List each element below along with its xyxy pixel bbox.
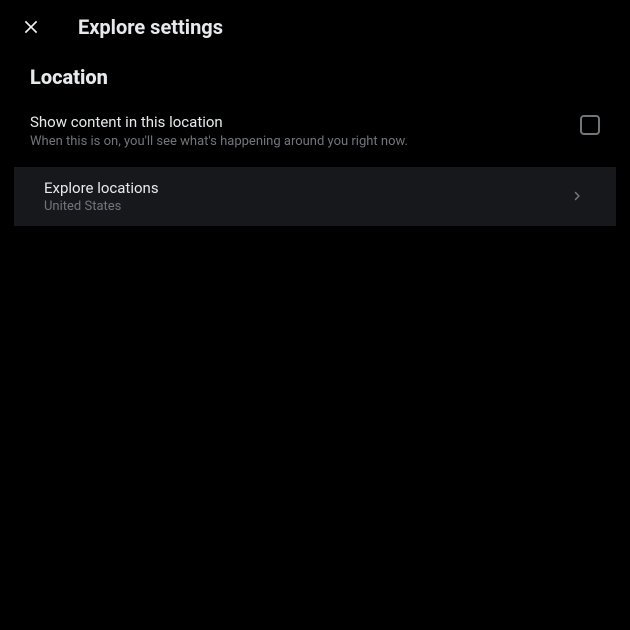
setting-text: Show content in this location When this …: [30, 113, 580, 151]
nav-title: Explore locations: [44, 179, 159, 197]
nav-subtitle: United States: [44, 199, 159, 214]
explore-locations-row[interactable]: Explore locations United States: [14, 167, 616, 226]
show-content-checkbox[interactable]: [580, 115, 600, 135]
close-icon: [21, 17, 41, 37]
nav-text: Explore locations United States: [44, 179, 159, 214]
page-title: Explore settings: [78, 15, 223, 39]
chevron-right-icon: [568, 187, 586, 205]
header: Explore settings: [0, 0, 630, 53]
setting-title: Show content in this location: [30, 113, 580, 131]
close-button[interactable]: [14, 10, 48, 44]
setting-description: When this is on, you'll see what's happe…: [30, 134, 580, 151]
setting-show-content-location: Show content in this location When this …: [0, 101, 630, 163]
section-heading-location: Location: [14, 53, 630, 101]
